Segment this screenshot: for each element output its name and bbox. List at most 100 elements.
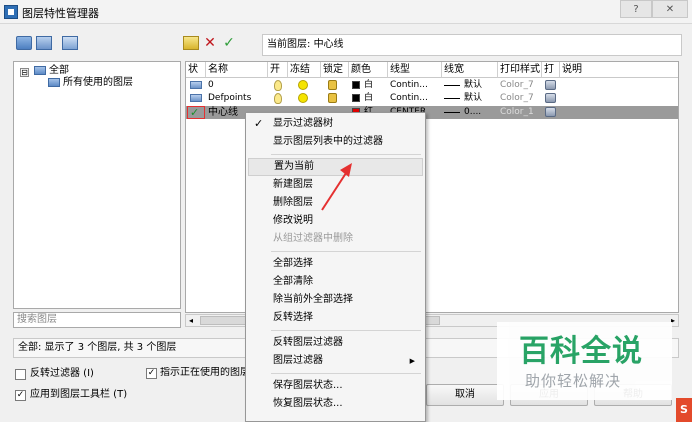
submenu-arrow-icon: ▶ — [409, 357, 415, 365]
unlock-icon[interactable] — [328, 93, 337, 103]
color-swatch[interactable] — [352, 81, 360, 89]
bulb-on-icon[interactable] — [274, 93, 282, 104]
layer-name: Defpoints — [208, 93, 252, 103]
menu-item-remove-from-group: 从组过滤器中删除 — [273, 233, 353, 244]
new-group-filter-icon[interactable] — [36, 36, 52, 50]
current-layer-value: 中心线 — [313, 39, 344, 50]
printer-icon[interactable] — [545, 107, 556, 117]
corner-logo: S — [676, 398, 692, 422]
tree-item-used-layers[interactable]: 所有使用的图层 — [48, 76, 180, 90]
apply-toolbar-checkbox[interactable]: ✓ — [15, 390, 26, 401]
cancel-button[interactable]: 取消 — [426, 384, 504, 406]
scroll-left-icon[interactable]: ◂ — [189, 315, 193, 326]
menu-item-select-all[interactable]: 全部选择 — [248, 255, 423, 273]
context-menu: ✓ 显示过滤器树 显示图层列表中的过滤器 置为当前 新建图层 删除图层 修改说明… — [245, 112, 426, 422]
menu-item-label: 显示过滤器树 — [273, 118, 333, 129]
col-header-linetype[interactable]: 线型 — [388, 62, 442, 78]
color-name: 白 — [364, 80, 374, 90]
indicate-in-use-checkbox[interactable]: ✓ — [146, 368, 157, 379]
apply-toolbar-label: 应用到图层工具栏 (T) — [30, 389, 128, 400]
invert-filter-label: 反转过滤器 (I) — [30, 368, 94, 379]
delete-layer-icon[interactable]: ✕ — [202, 36, 218, 50]
col-header-plot-style[interactable]: 打印样式 — [498, 62, 542, 78]
col-header-plot[interactable]: 打 — [542, 62, 560, 78]
linetype[interactable]: Contin... — [390, 92, 428, 105]
menu-item-select-all-but-current[interactable]: 除当前外全部选择 — [248, 291, 423, 309]
invert-filter-checkbox[interactable] — [15, 369, 26, 380]
menu-separator — [271, 251, 421, 252]
menu-item-invert-layer-filter[interactable]: 反转图层过滤器 — [248, 334, 423, 352]
help-title-button[interactable]: ? — [620, 0, 652, 18]
layer-icon — [190, 94, 202, 102]
linetype[interactable]: Contin... — [390, 79, 428, 92]
col-header-status[interactable]: 状 — [186, 62, 206, 78]
menu-separator — [271, 373, 421, 374]
indicate-in-use-label: 指示正在使用的图层 — [160, 367, 245, 378]
tree-item-all-label: 全部 — [49, 65, 69, 76]
thaw-sun-icon[interactable] — [298, 80, 308, 90]
bulb-on-icon[interactable] — [274, 80, 282, 91]
layer-icon — [190, 81, 202, 89]
col-header-color[interactable]: 颜色 — [349, 62, 388, 78]
filter-icon — [48, 77, 60, 87]
close-button[interactable]: ✕ — [652, 0, 688, 18]
collapse-icon[interactable]: ⊟ — [20, 68, 29, 77]
plot-style: Color_7 — [500, 80, 534, 90]
col-header-lock[interactable]: 锁定 — [321, 62, 349, 78]
watermark-title: 百科全说 — [519, 334, 643, 369]
menu-separator — [271, 330, 421, 331]
col-header-on[interactable]: 开 — [268, 62, 288, 78]
thaw-sun-icon[interactable] — [298, 93, 308, 103]
table-row[interactable]: Defpoints 白 Contin... 默认 Color_7 — [186, 92, 678, 105]
menu-item-label: 图层过滤器 — [273, 355, 323, 366]
watermark: 百科全说 助你轻松解决 — [497, 322, 672, 400]
printer-icon[interactable] — [545, 80, 556, 90]
current-marker-highlight — [187, 106, 205, 119]
current-layer-label: 当前图层: — [267, 39, 311, 50]
menu-item-clear-all[interactable]: 全部清除 — [248, 273, 423, 291]
table-row[interactable]: 0 白 Contin... 默认 Color_7 — [186, 79, 678, 92]
col-header-description[interactable]: 说明 — [560, 62, 678, 78]
app-icon — [4, 5, 18, 19]
menu-item-restore-layer-states[interactable]: 恢复图层状态... — [248, 395, 423, 413]
col-header-name[interactable]: 名称 — [206, 62, 268, 78]
tree-item-used-layers-label: 所有使用的图层 — [63, 77, 133, 88]
menu-item-show-filter-tree[interactable]: ✓ 显示过滤器树 — [248, 115, 423, 133]
menu-separator — [271, 154, 421, 155]
window-title: 图层特性管理器 — [22, 7, 99, 20]
menu-item-invert-selection[interactable]: 反转选择 — [248, 309, 423, 327]
col-header-lineweight[interactable]: 线宽 — [442, 62, 498, 78]
new-property-filter-icon[interactable] — [16, 36, 32, 50]
menu-item-change-description[interactable]: 修改说明 — [248, 212, 423, 230]
filter-tree: ⊟ 全部 所有使用的图层 — [13, 61, 181, 309]
lineweight[interactable]: 默认 — [464, 92, 482, 105]
title-bar: 图层特性管理器 ? ✕ — [0, 0, 692, 24]
menu-item-new-layer[interactable]: 新建图层 — [248, 176, 423, 194]
menu-item-set-current[interactable]: 置为当前 — [248, 158, 423, 176]
watermark-subtitle: 助你轻松解决 — [525, 372, 622, 390]
menu-check-icon: ✓ — [254, 117, 264, 130]
menu-item-delete-layer[interactable]: 删除图层 — [248, 194, 423, 212]
search-layer-input[interactable]: 搜索图层 — [13, 312, 181, 328]
menu-item-save-layer-states[interactable]: 保存图层状态... — [248, 377, 423, 395]
layer-name: 0 — [208, 80, 214, 90]
lineweight[interactable]: 0.... — [464, 106, 481, 119]
color-name: 白 — [364, 93, 374, 103]
set-current-icon[interactable]: ✓ — [221, 36, 237, 50]
layer-states-manager-icon[interactable] — [62, 36, 78, 50]
layer-name: 中心线 — [208, 107, 238, 118]
lineweight[interactable]: 默认 — [464, 79, 482, 92]
unlock-icon[interactable] — [328, 80, 337, 90]
printer-icon[interactable] — [545, 93, 556, 103]
lineweight-line-icon — [444, 98, 460, 99]
new-layer-icon[interactable] — [183, 36, 199, 50]
plot-style: Color_7 — [500, 93, 534, 103]
menu-item-show-filters-in-list[interactable]: 显示图层列表中的过滤器 — [248, 133, 423, 151]
lineweight-line-icon — [444, 85, 460, 86]
plot-style: Color_1 — [500, 107, 534, 117]
current-layer-display: 当前图层: 中心线 — [262, 34, 682, 56]
col-header-freeze[interactable]: 冻结 — [288, 62, 321, 78]
color-swatch[interactable] — [352, 94, 360, 102]
lineweight-line-icon — [444, 112, 460, 113]
menu-item-layer-filters[interactable]: 图层过滤器 ▶ — [248, 352, 423, 370]
